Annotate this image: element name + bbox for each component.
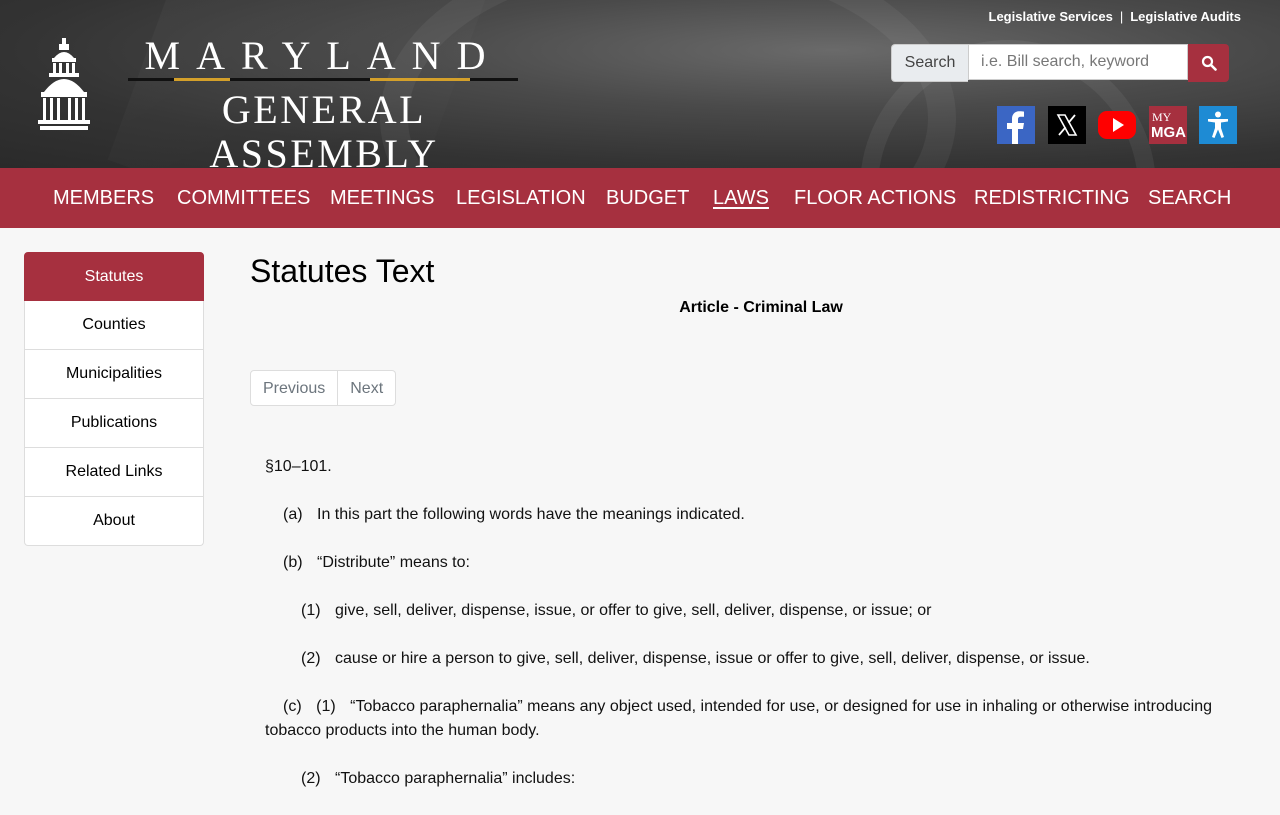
youtube-icon[interactable]	[1098, 106, 1136, 144]
nav-floor-actions[interactable]: FLOOR ACTIONS	[794, 168, 956, 228]
search-icon	[1201, 55, 1217, 71]
paragraph-marker: (1)	[316, 698, 336, 715]
x-twitter-icon[interactable]	[1048, 106, 1086, 144]
sidebar-item-statutes[interactable]: Statutes	[24, 252, 204, 301]
article-heading: Article - Criminal Law	[679, 299, 843, 316]
nav-committees[interactable]: COMMITTEES	[177, 168, 310, 228]
main-nav: MEMBERS COMMITTEES MEETINGS LEGISLATION …	[0, 168, 1280, 228]
search-label: Search	[891, 44, 968, 82]
paragraph-text: “Tobacco paraphernalia” includes:	[335, 770, 576, 787]
sidebar-item-related-links[interactable]: Related Links	[24, 448, 204, 497]
statute-paragraph: (1) give, sell, deliver, dispense, issue…	[265, 599, 1225, 623]
paragraph-marker: (c)	[283, 698, 302, 715]
statute-paragraph: (c) (1) “Tobacco paraphernalia” means an…	[265, 695, 1225, 743]
facebook-icon[interactable]	[997, 106, 1035, 144]
nav-laws[interactable]: LAWS	[713, 168, 769, 228]
sidebar-item-about[interactable]: About	[24, 497, 204, 546]
statute-paragraph: (2) cause or hire a person to give, sell…	[265, 647, 1225, 671]
paragraph-text: In this part the following words have th…	[317, 506, 745, 523]
sidebar-item-publications[interactable]: Publications	[24, 399, 204, 448]
search-button[interactable]	[1188, 44, 1229, 82]
capitol-dome-logo-icon[interactable]	[38, 36, 90, 132]
brand-divider	[128, 78, 518, 81]
nav-members[interactable]: MEMBERS	[53, 168, 154, 228]
previous-button[interactable]: Previous	[250, 370, 339, 406]
page-title: Statutes Text	[250, 253, 435, 289]
brand-divider-accent	[174, 78, 230, 81]
site-header: Legislative Services | Legislative Audits …	[0, 0, 1280, 168]
paragraph-text: “Distribute” means to:	[317, 554, 470, 571]
statute-paragraph: (b) “Distribute” means to:	[265, 551, 1225, 575]
brand-subtitle: GENERAL ASSEMBLY	[209, 87, 439, 169]
paragraph-marker: (2)	[301, 770, 321, 787]
my-mga-icon[interactable]: MY MGA	[1149, 106, 1187, 144]
nav-legislation[interactable]: LEGISLATION	[456, 168, 586, 228]
paragraph-marker: (a)	[283, 506, 303, 523]
paragraph-marker: (b)	[283, 554, 303, 571]
accessibility-icon[interactable]	[1199, 106, 1237, 144]
svg-text:MGA: MGA	[1151, 124, 1186, 141]
paragraph-text: give, sell, deliver, dispense, issue, or…	[335, 602, 932, 619]
nav-budget[interactable]: BUDGET	[606, 168, 689, 228]
section-number: §10–101.	[265, 458, 332, 475]
brand-title: MARYLAND	[144, 33, 502, 78]
sidebar: Statutes Counties Municipalities Publica…	[24, 252, 204, 546]
top-links-separator: |	[1119, 9, 1124, 24]
legislative-services-link[interactable]: Legislative Services	[989, 9, 1113, 24]
statute-paragraph: (2) “Tobacco paraphernalia” includes:	[265, 767, 1225, 791]
paragraph-text: “Tobacco paraphernalia” means any object…	[265, 698, 1212, 739]
legislative-audits-link[interactable]: Legislative Audits	[1130, 9, 1241, 24]
svg-text:MY: MY	[1152, 110, 1172, 124]
brand-divider-accent	[370, 78, 470, 81]
nav-meetings[interactable]: MEETINGS	[330, 168, 434, 228]
paragraph-marker: (2)	[301, 650, 321, 667]
paragraph-marker: (1)	[301, 602, 321, 619]
nav-redistricting[interactable]: REDISTRICTING	[974, 168, 1130, 228]
statute-paragraph: (a) In this part the following words hav…	[265, 503, 1225, 527]
pager: Previous Next	[250, 370, 397, 406]
next-button[interactable]: Next	[338, 370, 397, 406]
sidebar-item-counties[interactable]: Counties	[24, 301, 204, 350]
sidebar-item-municipalities[interactable]: Municipalities	[24, 350, 204, 399]
paragraph-text: cause or hire a person to give, sell, de…	[335, 650, 1090, 667]
nav-search[interactable]: SEARCH	[1148, 168, 1231, 228]
search-input[interactable]	[968, 44, 1188, 80]
top-links: Legislative Services | Legislative Audits	[989, 9, 1241, 24]
site-search: Search	[891, 44, 1229, 82]
statute-text: §10–101. (a) In this part the following …	[265, 455, 1225, 815]
